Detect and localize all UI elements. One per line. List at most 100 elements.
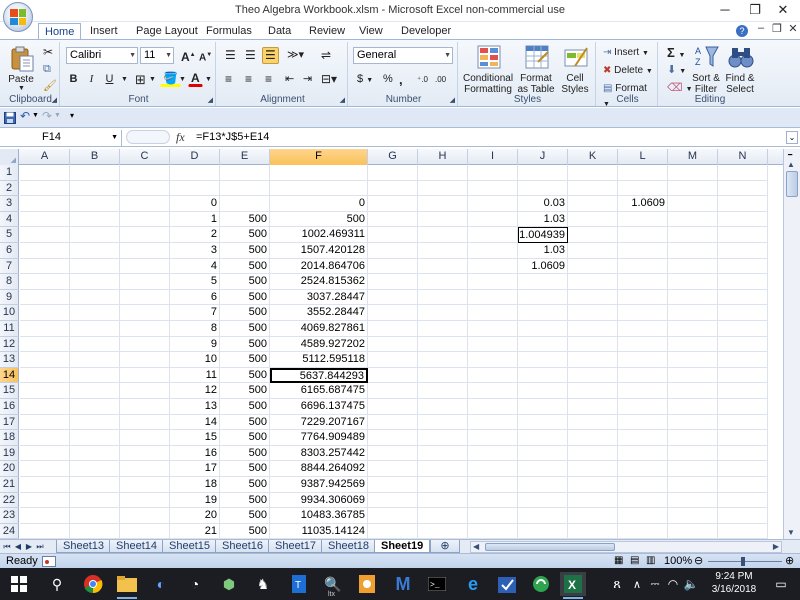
row-header-24[interactable]: 24 xyxy=(0,523,19,539)
cell-m8[interactable] xyxy=(668,274,718,290)
sheet-tab-14[interactable]: Sheet14 xyxy=(109,540,164,553)
cell-g4[interactable] xyxy=(368,211,418,228)
column-header-g[interactable]: G xyxy=(368,149,418,165)
row-header-7[interactable]: 7 xyxy=(0,258,19,275)
formula-bar-handle[interactable] xyxy=(126,130,170,144)
cell-m23[interactable] xyxy=(668,508,718,524)
doc-close-button[interactable]: ✕ xyxy=(786,22,800,38)
row-header-22[interactable]: 22 xyxy=(0,492,19,509)
page-layout-view-icon[interactable]: ▤ xyxy=(630,555,639,566)
cell-b3[interactable] xyxy=(70,196,120,212)
cell-i21[interactable] xyxy=(468,477,518,493)
cell-h21[interactable] xyxy=(418,477,468,493)
cell-h22[interactable] xyxy=(418,492,468,509)
cell-f12[interactable]: 4589.927202 xyxy=(270,336,368,353)
cell-l11[interactable] xyxy=(618,321,668,337)
sheet-tab-18[interactable]: Sheet18 xyxy=(321,540,376,553)
italic-button[interactable]: I xyxy=(84,71,99,88)
redo-icon[interactable]: ↷ xyxy=(42,109,52,123)
cell-c9[interactable] xyxy=(120,289,170,306)
cell-e6[interactable]: 500 xyxy=(220,243,270,259)
cell-j20[interactable] xyxy=(518,461,568,477)
cell-l19[interactable] xyxy=(618,445,668,462)
cell-b20[interactable] xyxy=(70,461,120,477)
cell-l16[interactable] xyxy=(618,399,668,415)
cell-n1[interactable] xyxy=(718,165,768,181)
cell-l6[interactable] xyxy=(618,243,668,259)
cell-l5[interactable] xyxy=(618,227,668,243)
cell-i2[interactable] xyxy=(468,180,518,197)
cell-n9[interactable] xyxy=(718,289,768,306)
cell-k20[interactable] xyxy=(568,461,618,477)
undo-icon[interactable]: ↶ xyxy=(20,109,30,123)
cell-c20[interactable] xyxy=(120,461,170,477)
cell-m1[interactable] xyxy=(668,165,718,181)
cell-m17[interactable] xyxy=(668,414,718,431)
cell-e17[interactable]: 500 xyxy=(220,414,270,431)
cell-n18[interactable] xyxy=(718,430,768,446)
font-size-select[interactable]: 11 ▼ xyxy=(140,47,174,64)
cell-f1[interactable] xyxy=(270,165,368,181)
cell-k1[interactable] xyxy=(568,165,618,181)
cell-h9[interactable] xyxy=(418,289,468,306)
cell-l20[interactable] xyxy=(618,461,668,477)
cell-k21[interactable] xyxy=(568,477,618,493)
cell-g15[interactable] xyxy=(368,383,418,399)
app-icon-4[interactable]: ♞ xyxy=(250,572,276,596)
cell-b12[interactable] xyxy=(70,336,120,353)
fill-icon[interactable]: ⬇ ▼ xyxy=(664,62,689,79)
cell-e2[interactable] xyxy=(220,180,270,197)
cell-m21[interactable] xyxy=(668,477,718,493)
scroll-left-icon[interactable]: ◀ xyxy=(473,542,479,551)
align-center-icon[interactable]: ≡ xyxy=(242,71,255,88)
cell-g3[interactable] xyxy=(368,196,418,212)
cell-j7[interactable]: 1.0609 xyxy=(518,258,568,275)
cell-l8[interactable] xyxy=(618,274,668,290)
bottom-align-icon[interactable]: ☰ xyxy=(262,47,279,64)
cell-b11[interactable] xyxy=(70,321,120,337)
row-header-6[interactable]: 6 xyxy=(0,243,19,259)
cell-g17[interactable] xyxy=(368,414,418,431)
cell-k19[interactable] xyxy=(568,445,618,462)
cell-g22[interactable] xyxy=(368,492,418,509)
zoom-out-icon[interactable]: ⊖ xyxy=(694,554,703,567)
cell-n2[interactable] xyxy=(718,180,768,197)
scroll-down-icon[interactable]: ▼ xyxy=(787,528,795,537)
cell-a21[interactable] xyxy=(20,477,70,493)
cell-j18[interactable] xyxy=(518,430,568,446)
cell-j17[interactable] xyxy=(518,414,568,431)
cell-k10[interactable] xyxy=(568,305,618,321)
scroll-up-icon[interactable]: ▲ xyxy=(787,160,795,169)
column-header-k[interactable]: K xyxy=(568,149,618,165)
cell-j4[interactable]: 1.03 xyxy=(518,211,568,228)
cell-a4[interactable] xyxy=(20,211,70,228)
row-header-23[interactable]: 23 xyxy=(0,508,19,524)
cell-b8[interactable] xyxy=(70,274,120,290)
cell-e20[interactable]: 500 xyxy=(220,461,270,477)
cell-d21[interactable]: 18 xyxy=(170,477,220,493)
cell-c5[interactable] xyxy=(120,227,170,243)
cell-a23[interactable] xyxy=(20,508,70,524)
cell-c1[interactable] xyxy=(120,165,170,181)
row-header-11[interactable]: 11 xyxy=(0,321,19,337)
cell-j11[interactable] xyxy=(518,321,568,337)
cell-n8[interactable] xyxy=(718,274,768,290)
cell-k16[interactable] xyxy=(568,399,618,415)
tab-view[interactable]: View xyxy=(353,23,389,40)
row-header-4[interactable]: 4 xyxy=(0,211,19,228)
cell-k11[interactable] xyxy=(568,321,618,337)
tab-formulas[interactable]: Formulas xyxy=(200,23,258,40)
zoom-slider[interactable] xyxy=(708,561,782,562)
cell-n21[interactable] xyxy=(718,477,768,493)
last-sheet-icon[interactable]: ⏭ xyxy=(35,541,45,553)
page-break-view-icon[interactable]: ▥ xyxy=(646,555,655,566)
cell-n12[interactable] xyxy=(718,336,768,353)
app-icon-1[interactable]: ◐ xyxy=(148,572,174,596)
cell-b4[interactable] xyxy=(70,211,120,228)
cell-f2[interactable] xyxy=(270,180,368,197)
column-header-a[interactable]: A xyxy=(20,149,70,165)
zoom-in-icon[interactable]: ⊕ xyxy=(785,554,794,567)
cell-k2[interactable] xyxy=(568,180,618,197)
row-header-1[interactable]: 1 xyxy=(0,165,19,181)
cell-i16[interactable] xyxy=(468,399,518,415)
